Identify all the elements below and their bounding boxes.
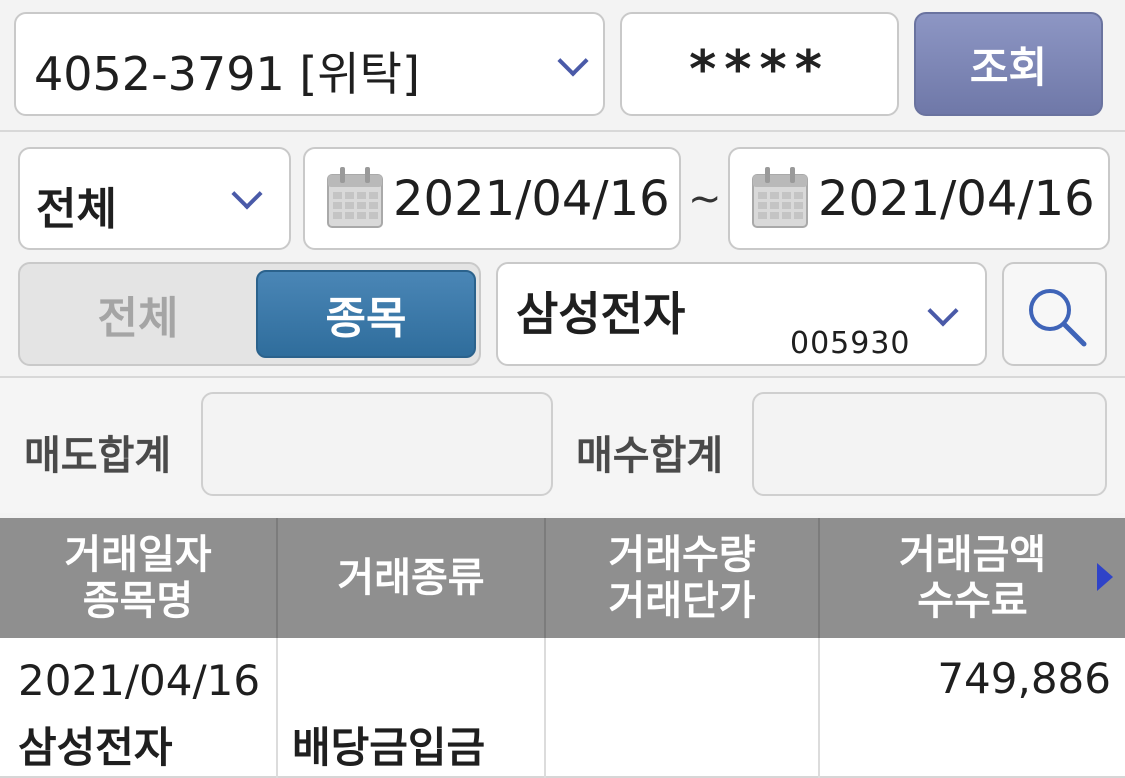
cell-amount-fee: 749,886 <box>820 638 1125 778</box>
password-field[interactable]: **** <box>620 12 899 116</box>
cell-amount: 749,886 <box>937 654 1111 703</box>
trade-type-select[interactable]: 전체 <box>18 147 291 250</box>
stock-select[interactable]: 삼성전자 005930 <box>496 262 987 366</box>
table-header: 거래일자 종목명 거래종류 거래수량 거래단가 거래금액 수수료 <box>0 518 1125 638</box>
arrow-right-icon[interactable] <box>1097 563 1113 591</box>
stock-code: 005930 <box>790 326 911 361</box>
scope-toggle: 전체 종목 <box>18 262 481 366</box>
buy-total-field <box>752 392 1107 496</box>
cell-trade-type: 배당금입금 <box>278 638 546 778</box>
password-mask: **** <box>689 40 830 100</box>
header-line: 거래수량 <box>608 532 756 578</box>
calendar-icon <box>327 167 383 228</box>
divider <box>0 130 1125 132</box>
date-from-value: 2021/04/16 <box>393 171 670 227</box>
header-line: 거래종류 <box>337 555 485 601</box>
column-header-date-stock: 거래일자 종목명 <box>0 518 278 638</box>
stock-name: 삼성전자 <box>516 287 686 341</box>
date-to-picker[interactable]: 2021/04/16 <box>728 147 1110 250</box>
cell-date: 2021/04/16 <box>18 656 261 705</box>
toggle-all-button[interactable]: 전체 <box>20 264 256 364</box>
cell-trade-type-value: 배당금입금 <box>292 723 486 772</box>
cell-date-stock: 2021/04/16 삼성전자 <box>0 638 278 778</box>
column-header-trade-type: 거래종류 <box>278 518 546 638</box>
toggle-stock-button[interactable]: 종목 <box>256 270 476 358</box>
search-icon <box>1029 289 1087 347</box>
cell-quantity-price <box>546 638 820 778</box>
account-select[interactable]: 4052-3791 [위탁] <box>14 12 605 116</box>
column-header-amount-fee: 거래금액 수수료 <box>820 518 1125 638</box>
trade-type-value: 전체 <box>36 184 117 235</box>
buy-total-label: 매수합계 <box>576 433 724 479</box>
account-number: 4052-3791 [위탁] <box>34 47 420 101</box>
sell-total-label: 매도합계 <box>24 433 172 479</box>
cell-stock-name: 삼성전자 <box>18 723 173 772</box>
calendar-icon <box>752 167 808 228</box>
header-line: 거래일자 <box>64 532 212 578</box>
date-to-value: 2021/04/16 <box>818 171 1095 227</box>
chevron-down-icon <box>927 295 959 327</box>
chevron-down-icon <box>557 45 589 77</box>
query-button[interactable]: 조회 <box>914 12 1103 116</box>
header-line: 거래금액 <box>898 532 1047 578</box>
sell-total-field <box>201 392 553 496</box>
date-from-picker[interactable]: 2021/04/16 <box>303 147 681 250</box>
date-range-separator: ~ <box>688 176 722 222</box>
header-line: 수수료 <box>917 578 1028 624</box>
header-line: 종목명 <box>82 578 194 624</box>
table-row[interactable]: 2021/04/16 삼성전자 배당금입금 749,886 <box>0 638 1125 778</box>
header-line: 거래단가 <box>608 578 756 624</box>
column-header-quantity-price: 거래수량 거래단가 <box>546 518 820 638</box>
chevron-down-icon <box>231 178 263 210</box>
stock-search-button[interactable] <box>1002 262 1107 366</box>
